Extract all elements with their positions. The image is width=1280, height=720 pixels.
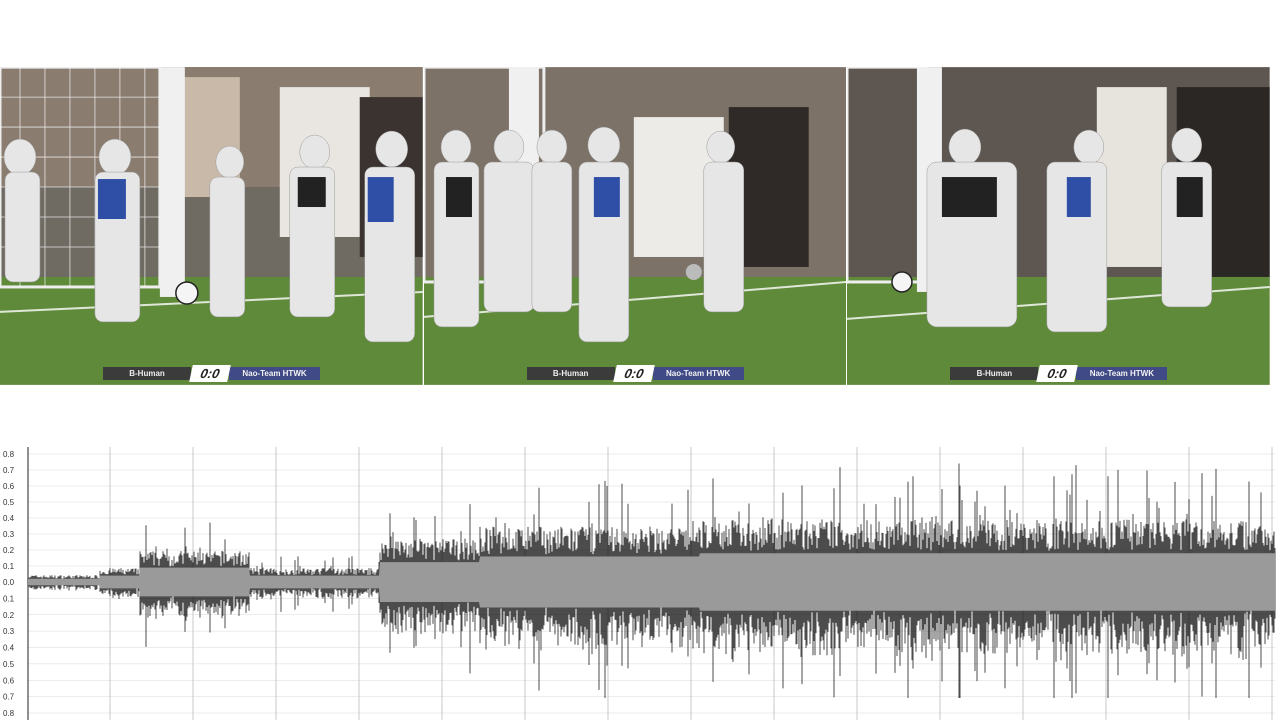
y-tick-label: 0.4	[3, 514, 15, 523]
video-frame-2: B-Human 0:0 Nao-Team HTWK	[423, 67, 848, 385]
y-tick-label: 0.8	[3, 450, 15, 459]
score-label: 0:0	[1036, 365, 1079, 382]
y-tick-label: 0.0	[3, 578, 15, 587]
scoreboard-overlay-2: B-Human 0:0 Nao-Team HTWK	[526, 365, 744, 382]
score-label: 0:0	[612, 365, 655, 382]
robot-soccer-scene-2	[423, 67, 847, 385]
team-left-label: B-Human	[103, 367, 191, 380]
team-right-label: Nao-Team HTWK	[1076, 367, 1168, 380]
y-tick-label: 0.7	[3, 466, 15, 475]
video-frame-1: B-Human 0:0 Nao-Team HTWK	[0, 67, 424, 385]
y-tick-label: 0.3	[3, 530, 15, 539]
y-tick-label: 0.8	[3, 709, 15, 718]
audio-waveform: 0.8 0.7 0.6 0.5 0.4 0.3 0.2 0.1 0.0 0.1 0.2 0.3 0.4 0…	[3, 447, 1276, 720]
robot-soccer-scene-1	[0, 67, 423, 385]
y-tick-label: 0.2	[3, 546, 15, 555]
y-tick-label: 0.1	[3, 562, 15, 571]
y-tick-label: 0.7	[3, 693, 15, 702]
team-right-label: Nao-Team HTWK	[229, 367, 320, 380]
y-tick-label: 0.3	[3, 627, 15, 636]
team-left-label: B-Human	[526, 367, 615, 380]
y-tick-label: 0.1	[3, 594, 15, 603]
video-frames-strip: B-Human 0:0 Nao-Team HTWK B-Human 0:0 Na…	[0, 67, 1271, 385]
scoreboard-overlay-1: B-Human 0:0 Nao-Team HTWK	[103, 365, 320, 382]
team-left-label: B-Human	[950, 367, 1039, 380]
robot-soccer-scene-3	[847, 67, 1271, 385]
scoreboard-overlay-3: B-Human 0:0 Nao-Team HTWK	[950, 365, 1168, 382]
y-tick-label: 0.5	[3, 660, 15, 669]
y-tick-label: 0.6	[3, 482, 15, 491]
team-right-label: Nao-Team HTWK	[652, 367, 744, 380]
audio-waveform-panel: 0.8 0.7 0.6 0.5 0.4 0.3 0.2 0.1 0.0 0.1 0.2 0.3 0.4 0…	[0, 447, 1280, 720]
video-frame-3: B-Human 0:0 Nao-Team HTWK	[847, 67, 1271, 385]
waveform-y-axis: 0.8 0.7 0.6 0.5 0.4 0.3 0.2 0.1 0.0 0.1 0.2 0.3 0.4 0…	[3, 450, 15, 718]
score-label: 0:0	[189, 365, 231, 382]
y-tick-label: 0.2	[3, 611, 15, 620]
y-tick-label: 0.4	[3, 644, 15, 653]
y-tick-label: 0.5	[3, 498, 15, 507]
y-tick-label: 0.6	[3, 676, 15, 685]
